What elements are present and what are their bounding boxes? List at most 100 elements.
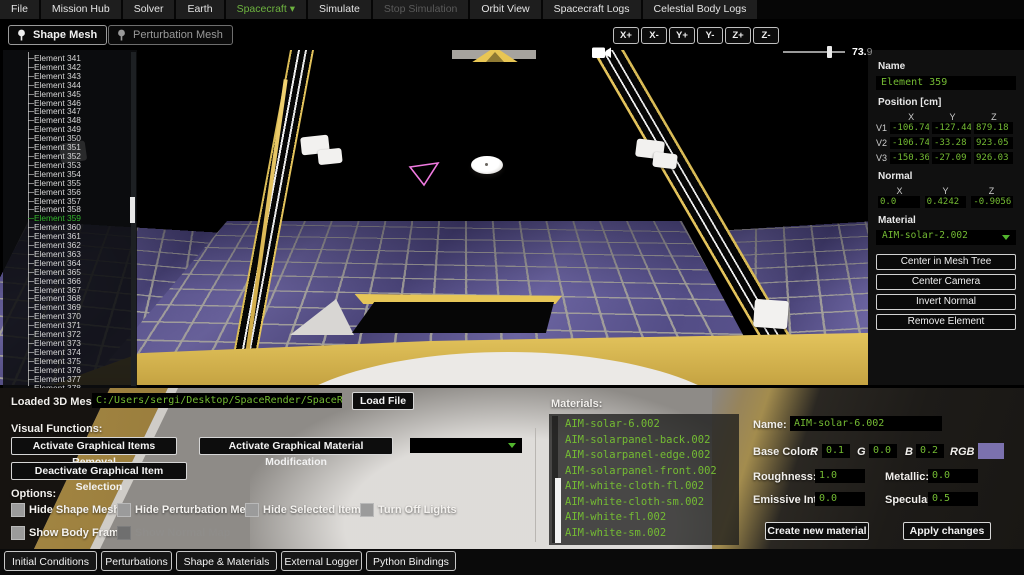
position-v3-x-field[interactable]: -150.36 <box>890 152 929 164</box>
tree-item-element-362[interactable]: Element 362 <box>28 241 129 250</box>
menu-item-spacecraft[interactable]: Spacecraft ▾ <box>226 0 306 19</box>
normal-z-field[interactable]: -0.9056 <box>971 196 1013 208</box>
tab-external-logger[interactable]: External Logger <box>281 551 362 571</box>
center-in-mesh-tree-button[interactable]: Center in Mesh Tree <box>876 254 1016 270</box>
position-v1-z-field[interactable]: 879.18 <box>974 122 1013 134</box>
tree-item-element-348[interactable]: Element 348 <box>28 116 129 125</box>
normal-y-field[interactable]: 0.4242 <box>925 196 967 208</box>
checkbox-turn-off-lights[interactable]: Turn Off Lights <box>360 503 457 517</box>
tree-item-element-370[interactable]: Element 370 <box>28 312 129 321</box>
material-name-field[interactable]: AIM-solar-6.002 <box>790 416 942 431</box>
position-v2-y-field[interactable]: -33.28 <box>932 137 971 149</box>
tree-item-element-365[interactable]: Element 365 <box>28 268 129 277</box>
tree-item-element-358[interactable]: Element 358 <box>28 205 129 214</box>
normal-x-field[interactable]: 0.0 <box>878 196 920 208</box>
tree-scrollbar-thumb[interactable] <box>130 197 135 223</box>
tree-item-element-351[interactable]: Element 351 <box>28 143 129 152</box>
material-item-aim-white-cloth-sm-002[interactable]: AIM-white-cloth-sm.002 <box>565 495 739 511</box>
r-field[interactable]: 0.1 <box>822 444 850 458</box>
menu-item-stop-simulation[interactable]: Stop Simulation <box>373 0 469 19</box>
tab-perturbations[interactable]: Perturbations <box>101 551 172 571</box>
axis-button-zminus[interactable]: Z- <box>753 27 779 44</box>
tree-item-element-352[interactable]: Element 352 <box>28 152 129 161</box>
materials-scrollbar[interactable] <box>552 416 558 543</box>
checkbox-box[interactable] <box>360 503 374 517</box>
position-v2-z-field[interactable]: 923.05 <box>974 137 1013 149</box>
center-camera-button[interactable]: Center Camera <box>876 274 1016 290</box>
tree-item-element-360[interactable]: Element 360 <box>28 223 129 232</box>
tree-item-element-347[interactable]: Element 347 <box>28 107 129 116</box>
material-item-aim-solar-6-002[interactable]: AIM-solar-6.002 <box>565 417 739 433</box>
tree-item-element-350[interactable]: Element 350 <box>28 134 129 143</box>
mesh-path-field[interactable]: C:/Users/sergi/Desktop/SpaceRender/Space… <box>92 393 342 408</box>
zoom-slider-track[interactable] <box>783 51 845 53</box>
apply-changes-button[interactable]: Apply changes <box>903 522 991 540</box>
activate-items-removal-button[interactable]: Activate Graphical Items Removal <box>11 437 177 455</box>
axis-button-zplus[interactable]: Z+ <box>725 27 751 44</box>
material-item-aim-solarpanel-edge-002[interactable]: AIM-solarpanel-edge.002 <box>565 448 739 464</box>
perturbation-mesh-button[interactable]: Perturbation Mesh <box>108 25 233 45</box>
element-name-field[interactable]: Element 359 <box>876 76 1016 90</box>
material-select-dropdown[interactable] <box>410 438 522 453</box>
position-v2-x-field[interactable]: -106.74 <box>890 137 929 149</box>
rgb-color-swatch[interactable] <box>978 443 1004 459</box>
invert-normal-button[interactable]: Invert Normal <box>876 294 1016 310</box>
tree-item-element-342[interactable]: Element 342 <box>28 63 129 72</box>
menu-item-file[interactable]: File <box>0 0 39 19</box>
checkbox-hide-shape-mesh[interactable]: Hide Shape Mesh <box>11 503 120 517</box>
tree-item-element-361[interactable]: Element 361 <box>28 232 129 241</box>
tree-item-element-355[interactable]: Element 355 <box>28 179 129 188</box>
tree-item-element-359[interactable]: Element 359 <box>28 214 129 223</box>
menu-item-simulate[interactable]: Simulate <box>308 0 371 19</box>
tree-item-element-374[interactable]: Element 374 <box>28 348 129 357</box>
menu-item-earth[interactable]: Earth <box>176 0 223 19</box>
material-item-aim-solarpanel-back-002[interactable]: AIM-solarpanel-back.002 <box>565 433 739 449</box>
material-item-aim-white-cloth-fl-002[interactable]: AIM-white-cloth-fl.002 <box>565 479 739 495</box>
checkbox-box[interactable] <box>11 503 25 517</box>
checkbox-box[interactable] <box>11 526 25 540</box>
axis-button-xplus[interactable]: X+ <box>613 27 639 44</box>
g-field[interactable]: 0.0 <box>869 444 897 458</box>
menu-item-celestial-body-logs[interactable]: Celestial Body Logs <box>643 0 758 19</box>
emissive-field[interactable]: 0.0 <box>815 492 865 506</box>
material-dropdown[interactable]: AIM-solar-2.002 <box>876 230 1016 245</box>
b-field[interactable]: 0.2 <box>916 444 944 458</box>
tab-initial-conditions[interactable]: Initial Conditions <box>4 551 97 571</box>
tree-item-element-371[interactable]: Element 371 <box>28 321 129 330</box>
material-item-aim-white-fl-002[interactable]: AIM-white-fl.002 <box>565 510 739 526</box>
axis-button-yminus[interactable]: Y- <box>697 27 723 44</box>
axis-button-xminus[interactable]: X- <box>641 27 667 44</box>
tab-python-bindings[interactable]: Python Bindings <box>366 551 456 571</box>
tree-item-element-357[interactable]: Element 357 <box>28 197 129 206</box>
tree-item-element-341[interactable]: Element 341 <box>28 54 129 63</box>
activate-material-modification-button[interactable]: Activate Graphical Material Modification <box>199 437 393 455</box>
menu-item-solver[interactable]: Solver <box>123 0 175 19</box>
metallic-field[interactable]: 0.0 <box>928 469 978 483</box>
axis-button-yplus[interactable]: Y+ <box>669 27 695 44</box>
tree-item-element-369[interactable]: Element 369 <box>28 303 129 312</box>
checkbox-hide-selected-items[interactable]: Hide Selected Items <box>245 503 367 517</box>
tree-item-element-363[interactable]: Element 363 <box>28 250 129 259</box>
tab-shape-materials[interactable]: Shape & Materials <box>176 551 277 571</box>
tree-item-element-353[interactable]: Element 353 <box>28 161 129 170</box>
material-item-aim-solarpanel-front-002[interactable]: AIM-solarpanel-front.002 <box>565 464 739 480</box>
position-v1-x-field[interactable]: -106.74 <box>890 122 929 134</box>
specular-field[interactable]: 0.5 <box>928 492 978 506</box>
position-v3-z-field[interactable]: 926.03 <box>974 152 1013 164</box>
tree-item-element-373[interactable]: Element 373 <box>28 339 129 348</box>
tree-item-element-367[interactable]: Element 367 <box>28 286 129 295</box>
position-v3-y-field[interactable]: -27.09 <box>932 152 971 164</box>
tree-item-element-354[interactable]: Element 354 <box>28 170 129 179</box>
tree-item-element-345[interactable]: Element 345 <box>28 90 129 99</box>
tree-item-element-368[interactable]: Element 368 <box>28 294 129 303</box>
deactivate-item-selection-button[interactable]: Deactivate Graphical Item Selection <box>11 462 187 480</box>
materials-scrollbar-thumb[interactable] <box>555 478 561 543</box>
tree-item-element-372[interactable]: Element 372 <box>28 330 129 339</box>
menu-item-orbit-view[interactable]: Orbit View <box>470 0 540 19</box>
tree-item-element-377[interactable]: Element 377 <box>28 375 129 384</box>
menu-item-mission-hub[interactable]: Mission Hub <box>41 0 121 19</box>
tree-item-element-344[interactable]: Element 344 <box>28 81 129 90</box>
checkbox-box[interactable] <box>245 503 259 517</box>
roughness-field[interactable]: 1.0 <box>815 469 865 483</box>
load-file-button[interactable]: Load File <box>352 392 414 410</box>
